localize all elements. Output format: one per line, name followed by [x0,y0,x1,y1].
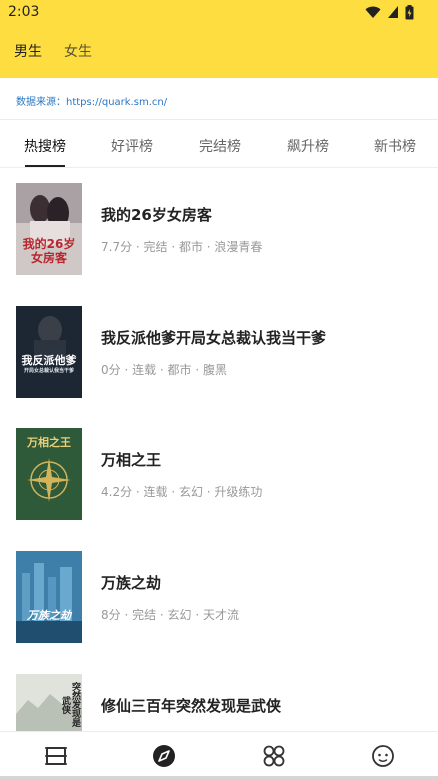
data-source-link[interactable]: https://quark.sm.cn/ [66,97,167,108]
book-list-item[interactable]: 我的26岁女房客 我的26岁女房客 7.7分 · 完结 · 都市 · 浪漫青春 [0,183,438,305]
book-title[interactable]: 万相之王 [101,449,161,470]
tab-completed[interactable]: 完结榜 [199,136,241,156]
book-meta: 0分 · 连载 · 都市 · 腹黑 [101,363,227,377]
book-cover-art [16,551,82,643]
tab-new-books[interactable]: 新书榜 [374,136,416,156]
book-title[interactable]: 万族之劫 [101,572,161,593]
data-source-row: 数据来源：https://quark.sm.cn/ [0,78,438,120]
tab-hot-search[interactable]: 热搜榜 [24,136,66,156]
book-cover-title: 我的26岁女房客 [22,237,76,265]
nav-discover[interactable] [151,743,177,769]
data-source-label: 数据来源：https://quark.sm.cn/ [16,93,167,108]
app-header: 男生 女生 [0,24,438,78]
nav-profile[interactable] [370,743,396,769]
category-icon [263,745,285,767]
status-bar: 2:03 [0,0,438,24]
book-cover-title: 我反派他爹 [21,354,77,367]
profile-icon [372,745,394,767]
tab-rising[interactable]: 飙升榜 [287,136,329,156]
book-cover[interactable]: 万族之劫 [16,551,82,643]
tab-top-rated[interactable]: 好评榜 [111,136,153,156]
status-time: 2:03 [8,4,40,20]
book-title[interactable]: 修仙三百年突然发现是武侠 [101,695,281,716]
tab-male[interactable]: 男生 [14,41,42,61]
book-meta: 4.2分 · 连载 · 玄幻 · 升级练功 [101,485,263,499]
book-meta: 7.7分 · 完结 · 都市 · 浪漫青春 [101,240,263,254]
book-cover-art [16,306,82,398]
wifi-icon [365,6,381,18]
bottom-navigation [0,731,438,779]
bookshelf-icon [45,747,67,765]
book-list-item[interactable]: 万相之王 万相之王 4.2分 · 连载 · 玄幻 · 升级练功 [0,428,438,550]
nav-category[interactable] [261,743,287,769]
data-source-prefix: 数据来源： [16,97,66,108]
book-cover[interactable]: 万相之王 [16,428,82,520]
signal-icon [388,6,398,18]
book-list-item[interactable]: 万族之劫 万族之劫 8分 · 完结 · 玄幻 · 天才流 [0,551,438,673]
compass-icon [153,745,175,767]
book-cover-title: 突然发现是武侠 [60,682,80,727]
book-cover[interactable]: 突然发现是武侠 [16,674,82,731]
tab-female[interactable]: 女生 [64,41,92,61]
book-list-item[interactable]: 我反派他爹 开局女总裁认我当干爹 我反派他爹开局女总裁认我当干爹 0分 · 连载… [0,306,438,428]
book-cover-subtitle: 开局女总裁认我当干爹 [23,368,74,374]
book-meta: 8分 · 完结 · 玄幻 · 天才流 [101,608,239,622]
book-title[interactable]: 我的26岁女房客 [101,204,212,225]
book-cover-title: 万相之王 [27,436,71,449]
status-icons [365,4,414,20]
book-cover[interactable]: 我反派他爹 开局女总裁认我当干爹 [16,306,82,398]
book-cover-title: 万族之劫 [27,609,71,622]
book-title[interactable]: 我反派他爹开局女总裁认我当干爹 [101,327,326,348]
nav-bookshelf[interactable] [43,743,69,769]
battery-icon [405,4,414,19]
book-cover[interactable]: 我的26岁女房客 [16,183,82,275]
ranking-tabs: 热搜榜 好评榜 完结榜 飙升榜 新书榜 [0,120,438,168]
divider [0,167,438,168]
